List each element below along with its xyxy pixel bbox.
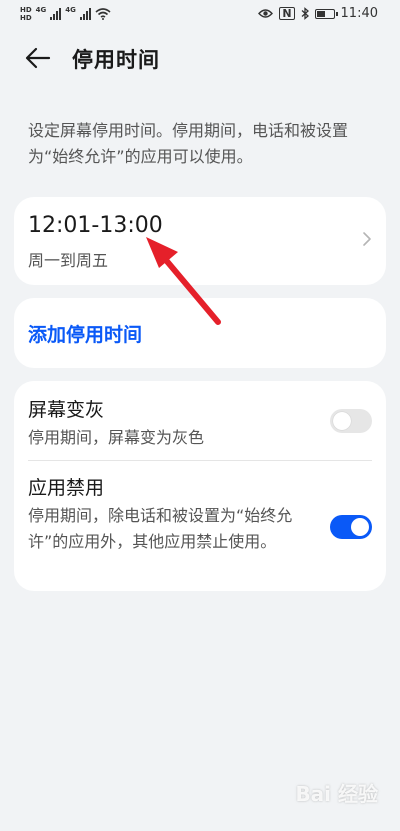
grayscale-toggle[interactable] <box>330 409 372 433</box>
network-type-1: 4G <box>35 6 47 14</box>
page-description: 设定屏幕停用时间。停用期间，电话和被设置为“始终允许”的应用可以使用。 <box>28 121 349 166</box>
grayscale-setting-row[interactable]: 屏幕变灰 停用期间，屏幕变为灰色 <box>14 381 386 460</box>
battery-level <box>316 10 325 17</box>
app-header: 停用时间 <box>0 38 400 78</box>
signal-icon-2 <box>79 8 91 20</box>
battery-icon <box>314 8 338 19</box>
page-title: 停用时间 <box>72 48 160 72</box>
app-disable-title: 应用禁用 <box>28 477 105 499</box>
settings-card: 屏幕变灰 停用期间，屏幕变为灰色 应用禁用 停用期间，除电话和被设置为“始终允许… <box>14 381 386 591</box>
add-schedule-button[interactable]: 添加停用时间 <box>14 298 386 368</box>
status-bar-left: HD HD 4G 4G <box>20 6 111 22</box>
app-disable-toggle[interactable] <box>330 515 372 539</box>
grayscale-title: 屏幕变灰 <box>28 399 105 421</box>
chevron-right-icon <box>363 232 371 246</box>
app-disable-subtitle: 停用期间，除电话和被设置为“始终允许”的应用外，其他应用禁止使用。 <box>28 506 293 551</box>
sim-card-indicator: HD HD <box>20 6 32 22</box>
schedule-item[interactable]: 12:01-13:00 周一到周五 <box>14 197 386 285</box>
grayscale-subtitle: 停用期间，屏幕变为灰色 <box>28 428 205 447</box>
sim1-label: HD <box>20 6 32 14</box>
back-arrow-icon <box>25 47 51 69</box>
status-bar-right: N 11:40 <box>258 6 378 21</box>
screen: HD HD 4G 4G N 11:40 停用时间 设定屏幕停用时间。停用期间，电… <box>0 0 400 831</box>
watermark-text: Bai 经验 <box>295 782 378 806</box>
add-schedule-label: 添加停用时间 <box>28 324 143 346</box>
status-bar: HD HD 4G 4G N 11:40 <box>0 0 400 30</box>
back-button[interactable] <box>24 44 52 72</box>
eye-comfort-icon <box>258 9 274 18</box>
wifi-icon <box>95 8 111 20</box>
toggle-knob <box>351 518 369 536</box>
signal-icon <box>50 8 62 20</box>
schedule-time-range: 12:01-13:00 <box>28 213 163 238</box>
network-type-2: 4G <box>65 6 76 14</box>
status-time: 11:40 <box>340 6 378 21</box>
sim2-label: HD <box>20 14 32 22</box>
schedule-days: 周一到周五 <box>28 251 109 270</box>
app-disable-setting-row[interactable]: 应用禁用 停用期间，除电话和被设置为“始终允许”的应用外，其他应用禁止使用。 <box>14 461 386 591</box>
nfc-icon: N <box>279 7 295 20</box>
bluetooth-icon <box>301 7 309 20</box>
toggle-knob <box>333 412 351 430</box>
